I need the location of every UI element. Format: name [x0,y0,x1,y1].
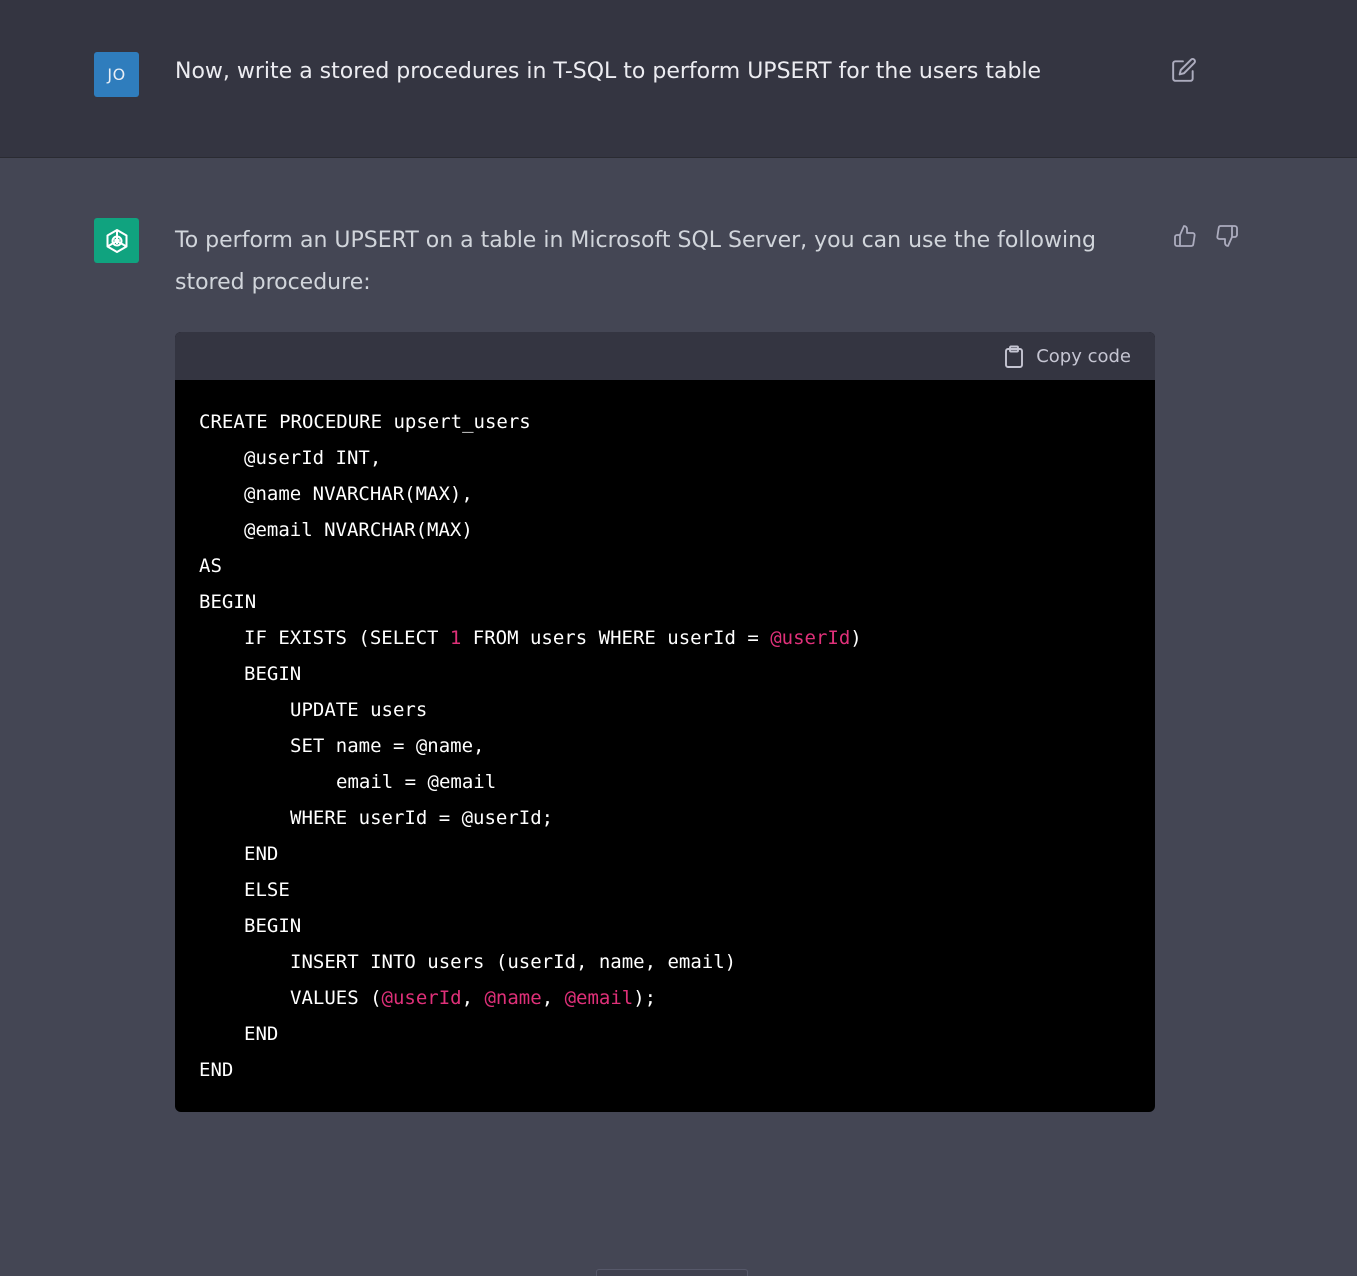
thumbs-up-icon [1174,225,1196,247]
code-token: @userId INT, [244,447,382,469]
code-line: BEGIN [175,908,1155,944]
code-token: BEGIN [244,915,302,937]
code-token: email = @email [336,771,497,793]
edit-icon [1172,58,1196,82]
code-token: , [541,987,565,1009]
code-line: CREATE PROCEDURE upsert_users [175,404,1155,440]
thumbs-up-button[interactable] [1171,222,1199,250]
code-token: ); [633,987,657,1009]
copy-code-button[interactable]: Copy code [1004,344,1131,369]
code-line: UPDATE users [175,692,1155,728]
code-token: END [199,1059,234,1081]
code-line: INSERT INTO users (userId, name, email) [175,944,1155,980]
code-line: END [175,1052,1155,1088]
code-line: IF EXISTS (SELECT 1 FROM users WHERE use… [175,620,1155,656]
code-token: CREATE PROCEDURE upsert_users [199,411,531,433]
code-token: END [244,843,279,865]
code-token: WHERE userId = @userId; [290,807,554,829]
thumbs-down-button[interactable] [1213,222,1241,250]
user-message-row: JO Now, write a stored procedures in T-S… [0,0,1357,158]
code-token: , [461,987,485,1009]
code-token: @name NVARCHAR(MAX), [244,483,473,505]
code-line: END [175,836,1155,872]
openai-logo-icon [106,228,127,253]
code-token: FROM users WHERE userId = [461,627,771,649]
code-token: IF EXISTS (SELECT [244,627,450,649]
assistant-avatar [94,218,139,263]
code-token: VALUES ( [290,987,382,1009]
code-variable-token: @name [484,987,542,1009]
code-line: BEGIN [175,656,1155,692]
code-token: SET name = @name, [290,735,485,757]
clipboard-icon [1005,345,1024,368]
code-token: @email NVARCHAR(MAX) [244,519,473,541]
code-variable-token: @userId [770,627,851,649]
code-body: CREATE PROCEDURE upsert_users @userId INT… [175,380,1155,1088]
code-block: Copy code CREATE PROCEDURE upsert_users @… [175,332,1155,1112]
code-token: BEGIN [199,591,257,613]
code-token: END [244,1023,279,1045]
code-token: BEGIN [244,663,302,685]
user-message-text: Now, write a stored procedures in T-SQL … [175,59,1042,84]
assistant-message-text: To perform an UPSERT on a table in Micro… [175,228,1097,295]
copy-code-label: Copy code [1036,346,1131,367]
code-line: email = @email [175,764,1155,800]
code-token: AS [199,555,222,577]
code-token: ELSE [244,879,290,901]
code-variable-token: @email [564,987,634,1009]
assistant-message-row: To perform an UPSERT on a table in Micro… [0,158,1357,1276]
thumbs-down-icon [1216,225,1238,247]
code-block-header: Copy code [175,332,1155,380]
user-avatar: JO [94,52,139,97]
edit-message-button[interactable] [1170,56,1198,84]
code-token: UPDATE users [290,699,428,721]
code-line: AS [175,548,1155,584]
code-line: SET name = @name, [175,728,1155,764]
code-line: @email NVARCHAR(MAX) [175,512,1155,548]
code-token: ) [850,627,862,649]
code-line: ELSE [175,872,1155,908]
code-line: WHERE userId = @userId; [175,800,1155,836]
code-token: INSERT INTO users (userId, name, email) [290,951,737,973]
code-line: BEGIN [175,584,1155,620]
code-line: @name NVARCHAR(MAX), [175,476,1155,512]
code-line: VALUES (@userId, @name, @email); [175,980,1155,1016]
code-number-token: 1 [449,627,462,649]
scroll-to-bottom-button[interactable] [596,1269,748,1276]
user-avatar-initials: JO [107,65,126,84]
code-variable-token: @userId [381,987,462,1009]
code-line: @userId INT, [175,440,1155,476]
code-line: END [175,1016,1155,1052]
